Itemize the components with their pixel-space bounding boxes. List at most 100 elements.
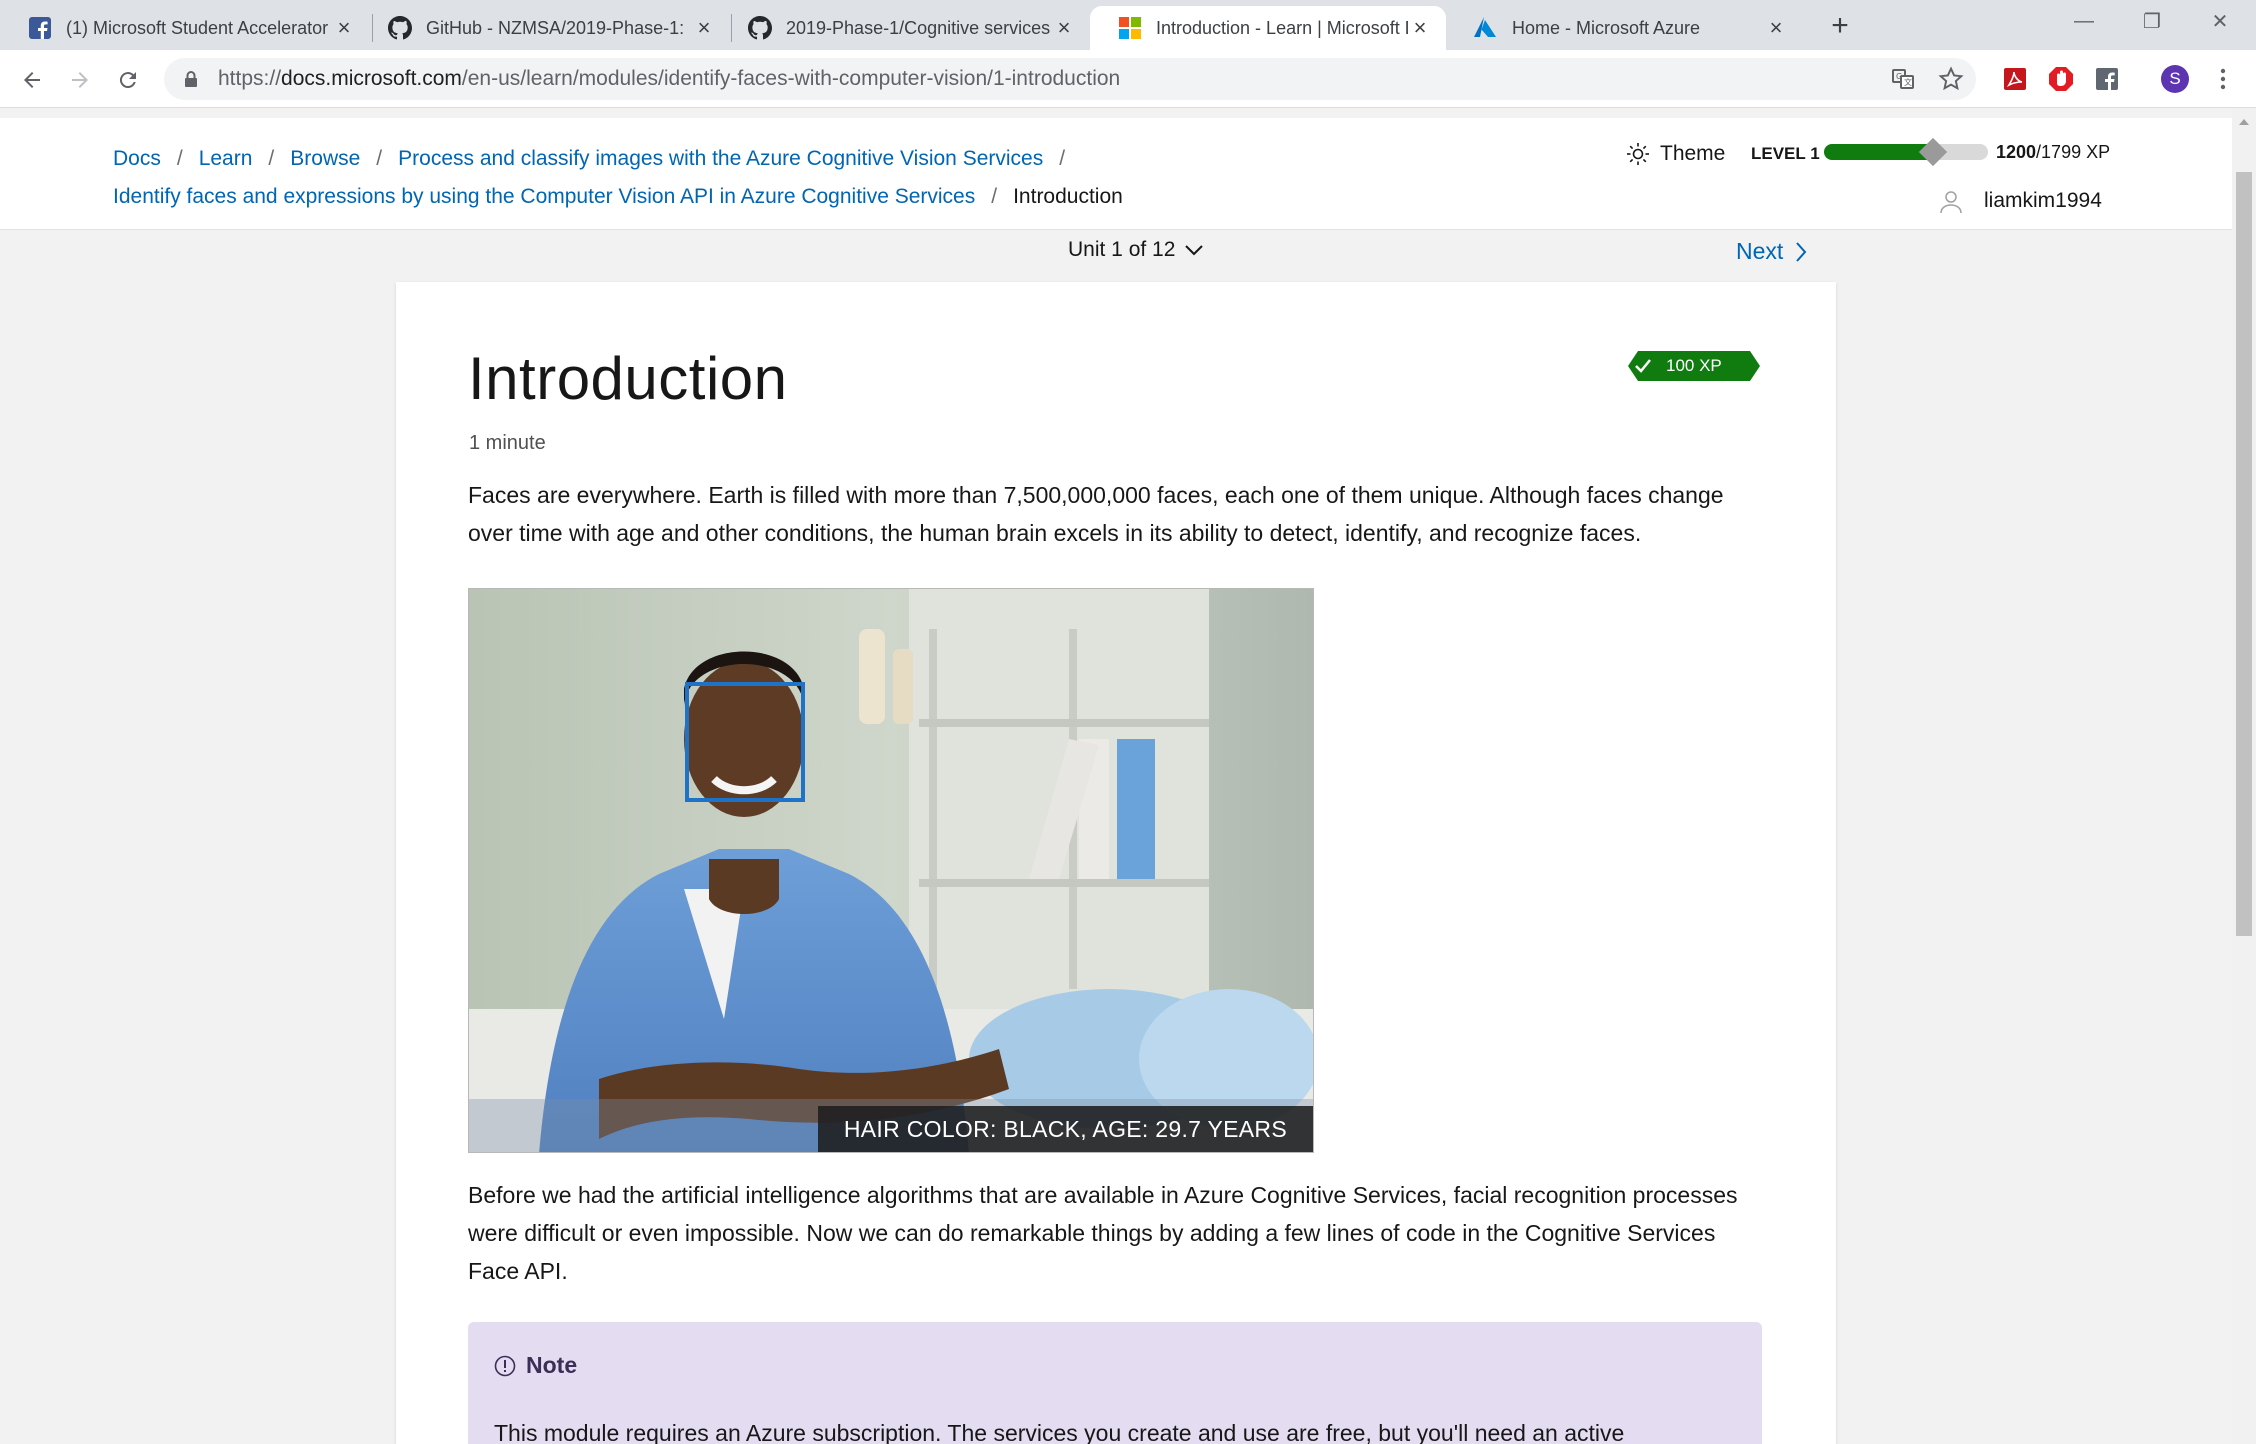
page-title: Introduction	[468, 345, 788, 412]
facebook-icon	[28, 16, 52, 40]
url-path: /en-us/learn/modules/identify-faces-with…	[461, 67, 1121, 90]
url-scheme: https://	[218, 67, 282, 90]
breadcrumb-module[interactable]: Identify faces and expressions by using …	[113, 185, 975, 208]
url-host: docs.microsoft.com	[281, 67, 462, 90]
theme-label: Theme	[1660, 142, 1726, 165]
unit-content-card: Introduction 1 minute 100 XP Faces are e…	[396, 282, 1836, 1444]
tab-introduction[interactable]: Introduction - Learn | Microsoft Docs ×	[1090, 6, 1446, 50]
user-profile-link[interactable]: liamkim1994	[1938, 188, 2102, 214]
chevron-right-icon	[1796, 241, 1807, 262]
tab-title: GitHub - NZMSA/2019-Phase-1:	[426, 17, 685, 38]
minimize-button[interactable]: —	[2064, 4, 2104, 38]
info-icon	[494, 1355, 516, 1376]
breadcrumb-separator: /	[268, 147, 275, 170]
bookmark-star-icon[interactable]	[1936, 64, 1966, 94]
new-tab-button[interactable]: +	[1822, 8, 1858, 44]
scrollbar-thumb[interactable]	[2236, 172, 2252, 936]
image-caption: HAIR COLOR: BLACK, AGE: 29.7 YEARS	[817, 1106, 1313, 1152]
sun-icon	[1627, 143, 1649, 165]
tab-title: Introduction - Learn | Microsoft Docs	[1156, 17, 1408, 38]
lock-icon	[185, 71, 197, 87]
breadcrumb-row-2: Identify faces and expressions by using …	[113, 178, 1593, 216]
tab-title: Home - Microsoft Azure	[1512, 17, 1701, 38]
close-icon[interactable]: ×	[1408, 15, 1432, 40]
person-photo	[469, 589, 1313, 1152]
username: liamkim1994	[1984, 189, 2102, 212]
xp-count: 1200/1799 XP	[1996, 142, 2110, 163]
window-close-button[interactable]: ✕	[2200, 4, 2240, 38]
pdf-extension-icon[interactable]	[2000, 64, 2030, 94]
tab-strip: (1) Microsoft Student Accelerator × GitH…	[0, 0, 2256, 50]
svg-text:文: 文	[1904, 77, 1912, 87]
tab-github-cognitive[interactable]: 2019-Phase-1/Cognitive services ×	[720, 6, 1090, 50]
xp-badge: 100 XP	[1628, 351, 1760, 381]
breadcrumb-learn[interactable]: Learn	[199, 147, 253, 170]
reload-button[interactable]	[110, 62, 146, 98]
breadcrumb-separator: /	[176, 147, 183, 170]
breadcrumb-current: Introduction	[1013, 185, 1123, 208]
tab-azure[interactable]: Home - Microsoft Azure ×	[1446, 6, 1802, 50]
xp-progress-bar	[1824, 137, 1988, 167]
unit-selector[interactable]: Unit 1 of 12	[1068, 238, 1204, 262]
breadcrumb-learning-path[interactable]: Process and classify images with the Azu…	[398, 147, 1043, 170]
breadcrumb-separator: /	[376, 147, 383, 170]
breadcrumb-separator: /	[1059, 147, 1066, 170]
svg-text:G: G	[1896, 72, 1902, 81]
tab-title: (1) Microsoft Student Accelerator	[66, 17, 329, 38]
note-title: Note	[526, 1352, 578, 1378]
url-text: https://docs.microsoft.com/en-us/learn/m…	[218, 67, 1120, 91]
translate-icon[interactable]: G文	[1888, 64, 1918, 94]
close-icon[interactable]: ×	[1764, 15, 1788, 40]
next-label: Next	[1736, 238, 1784, 264]
profile-avatar[interactable]: S	[2160, 64, 2190, 94]
browser-toolbar: https://docs.microsoft.com/en-us/learn/m…	[0, 50, 2256, 108]
menu-kebab-icon[interactable]	[2208, 64, 2238, 94]
user-icon	[1940, 191, 1962, 214]
breadcrumb: Docs / Learn / Browse / Process and classify i…	[113, 140, 1593, 216]
breadcrumb-separator: /	[991, 185, 998, 208]
adblock-icon[interactable]	[2046, 64, 2076, 94]
forward-arrow-icon	[72, 72, 88, 88]
page-content: Docs / Learn / Browse / Process and classify i…	[0, 108, 2232, 1444]
scroll-up-arrow-icon[interactable]	[2236, 114, 2252, 130]
reload-icon	[119, 72, 136, 89]
profile-initial: S	[2169, 69, 2181, 88]
breadcrumb-row-1: Docs / Learn / Browse / Process and classify i…	[113, 140, 1593, 178]
page-scrollbar[interactable]	[2232, 108, 2256, 1444]
chevron-down-icon	[1185, 245, 1204, 256]
xp-progress-fill	[1824, 144, 1934, 160]
xp-badge-text: 100 XP	[1666, 356, 1722, 375]
note-text: This module requires an Azure subscripti…	[494, 1420, 1625, 1444]
close-icon[interactable]: ×	[692, 15, 716, 40]
xp-progress-marker	[1919, 137, 1948, 167]
tab-facebook[interactable]: (1) Microsoft Student Accelerator ×	[0, 6, 370, 50]
xp-total: /1799 XP	[2036, 142, 2111, 162]
close-icon[interactable]: ×	[1052, 15, 1076, 40]
address-bar[interactable]: https://docs.microsoft.com/en-us/learn/m…	[164, 58, 1976, 100]
unit-duration: 1 minute	[469, 432, 546, 454]
face-detection-image: HAIR COLOR: BLACK, AGE: 29.7 YEARS	[468, 588, 1314, 1153]
breadcrumb-docs[interactable]: Docs	[113, 147, 161, 170]
github-icon	[388, 16, 412, 40]
facebook-extension-icon[interactable]	[2092, 64, 2122, 94]
close-icon[interactable]: ×	[332, 15, 356, 40]
intro-paragraph: Faces are everywhere. Earth is filled wi…	[468, 482, 1724, 546]
restore-button[interactable]: ❐	[2132, 4, 2172, 38]
xp-current: 1200	[1996, 142, 2037, 162]
back-button[interactable]	[14, 62, 50, 98]
tab-github-repo[interactable]: GitHub - NZMSA/2019-Phase-1: ×	[360, 6, 730, 50]
note-callout: Note This module requires an Azure subsc…	[468, 1322, 1762, 1444]
forward-button[interactable]	[62, 62, 98, 98]
tab-title: 2019-Phase-1/Cognitive services	[786, 17, 1051, 38]
next-unit-button[interactable]: Next	[1736, 238, 1807, 265]
level-label: LEVEL 1	[1751, 144, 1820, 163]
unit-label: Unit 1 of 12	[1068, 238, 1176, 261]
github-icon	[748, 16, 772, 40]
breadcrumb-browse[interactable]: Browse	[290, 147, 360, 170]
back-arrow-icon	[24, 72, 40, 88]
body-paragraph: Before we had the artificial intelligenc…	[468, 1182, 1738, 1284]
docs-header: Docs / Learn / Browse / Process and classify i…	[0, 118, 2232, 230]
theme-button[interactable]: Theme	[1626, 142, 1725, 166]
note-heading: Note	[494, 1352, 577, 1379]
azure-icon	[1474, 16, 1498, 40]
